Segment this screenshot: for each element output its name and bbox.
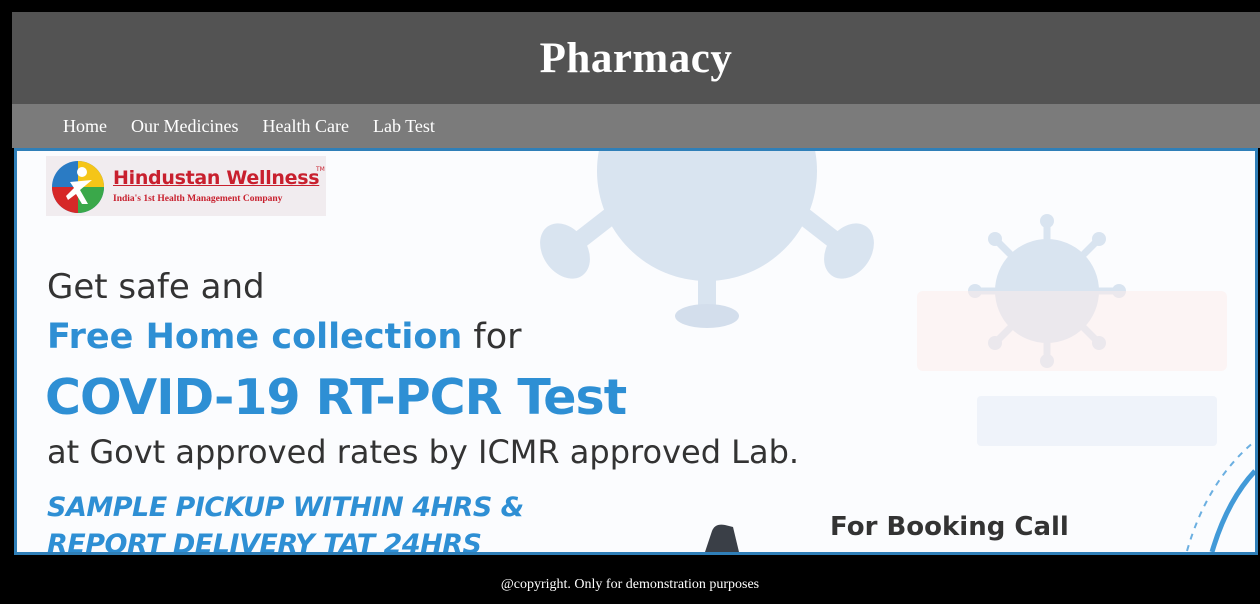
headline-line-2: Free Home collection for: [47, 317, 522, 357]
nav-item-health-care[interactable]: Health Care: [262, 116, 348, 137]
promo-line-1: SAMPLE PICKUP WITHIN 4HRS &: [47, 492, 524, 523]
nav-item-lab-test[interactable]: Lab Test: [373, 116, 435, 137]
main-nav: Home Our Medicines Health Care Lab Test: [12, 104, 1260, 148]
nav-item-our-medicines[interactable]: Our Medicines: [131, 116, 238, 137]
footer-copyright: @copyright. Only for demonstration purpo…: [500, 577, 760, 592]
booking-call-label: For Booking Call: [830, 512, 1069, 542]
headline-test-name: COVID-19 RT-PCR Test: [45, 369, 627, 426]
logo-tagline: India's 1st Health Management Company: [113, 194, 283, 204]
site-header: Pharmacy: [12, 12, 1260, 104]
logo-trademark: TM: [316, 166, 325, 173]
site-footer: @copyright. Only for demonstration purpo…: [0, 570, 1260, 600]
promo-line-2: REPORT DELIVERY TAT 24HRS: [47, 529, 482, 555]
site-title: Pharmacy: [539, 34, 733, 82]
headline-line-4: at Govt approved rates by ICMR approved …: [47, 433, 800, 471]
logo-brand-name: Hindustan Wellness: [113, 167, 320, 189]
wellness-logo-icon: [52, 161, 104, 213]
hindustan-wellness-logo: Hindustan Wellness TM India's 1st Health…: [46, 156, 326, 216]
page: Pharmacy Home Our Medicines Health Care …: [0, 0, 1260, 604]
promo-banner[interactable]: Hindustan Wellness TM India's 1st Health…: [14, 148, 1258, 555]
headline-line-1: Get safe and: [47, 267, 265, 307]
nav-item-home[interactable]: Home: [63, 116, 107, 137]
headline-highlight: Free Home collection: [47, 317, 463, 357]
headline-line-2-rest: for: [462, 317, 522, 357]
